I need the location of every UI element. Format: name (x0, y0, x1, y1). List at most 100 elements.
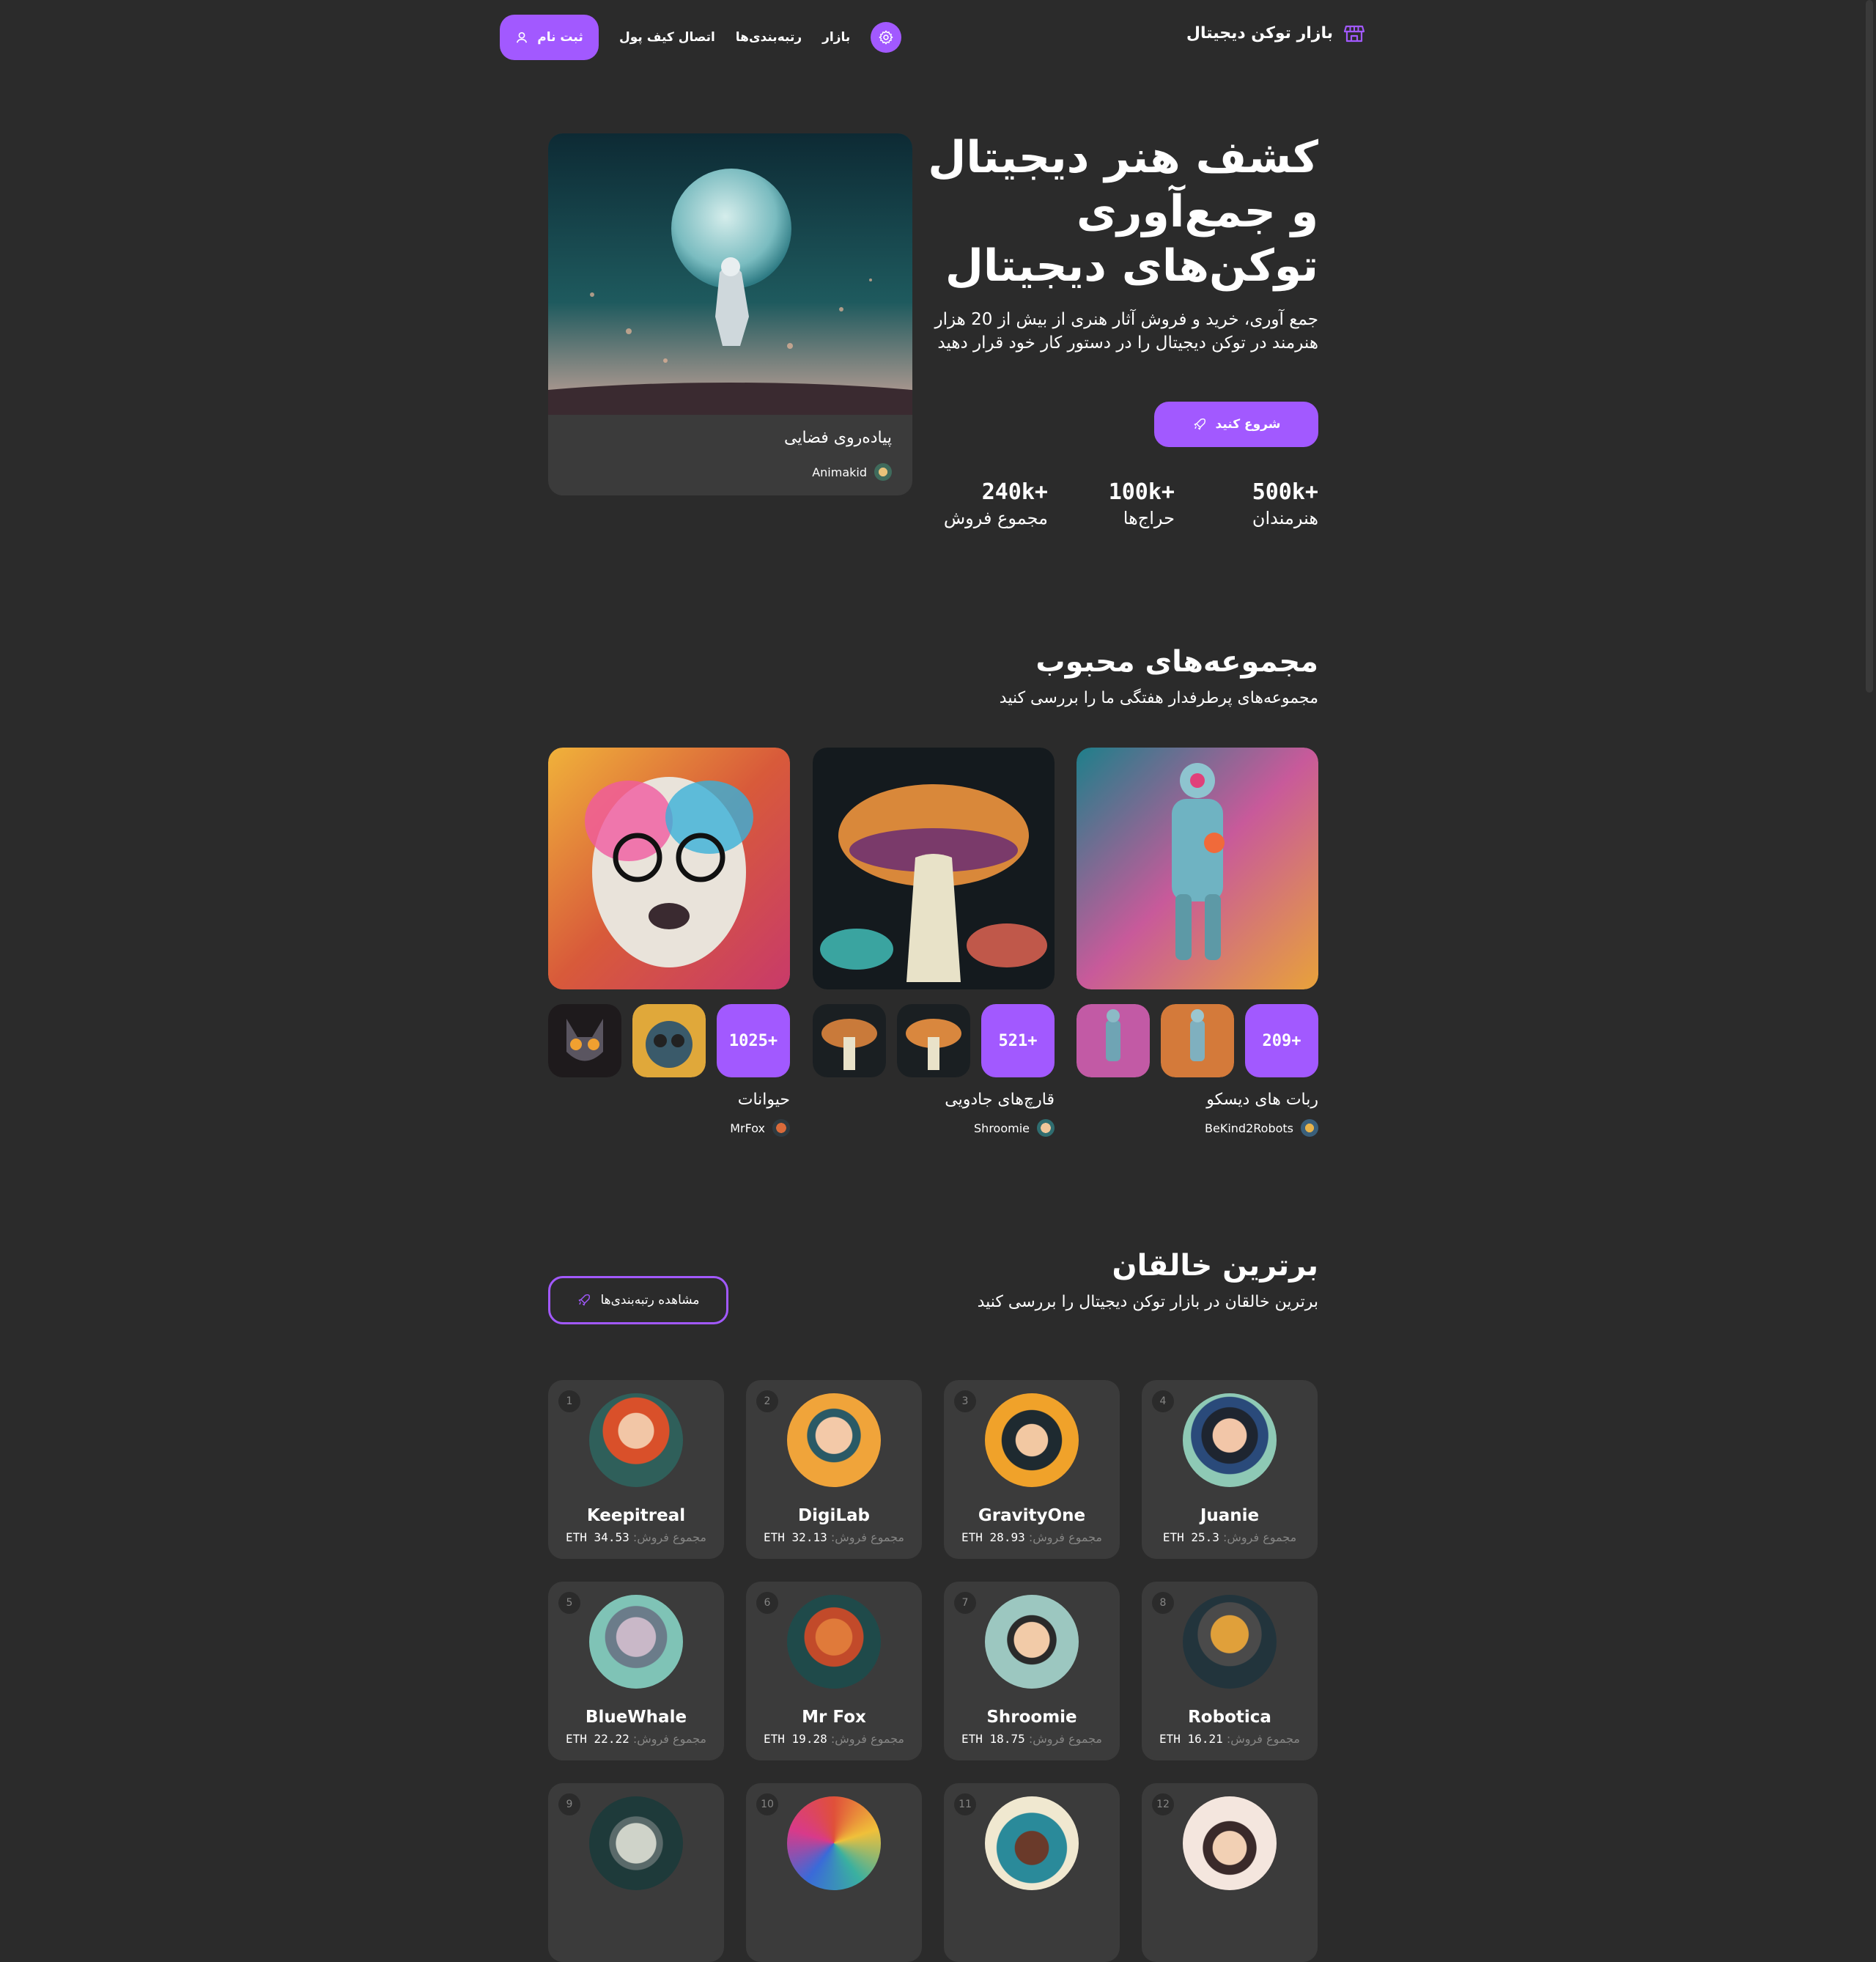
nav-link-marketplace[interactable]: بازار (822, 30, 850, 45)
view-rankings-label: مشاهده رتبه‌بندی‌ها (600, 1293, 700, 1308)
brand-title: بازار توکن دیجیتال (1186, 23, 1333, 43)
creator-card[interactable]: 1 Keepitreal مجموع فروش: 34.53 ETH (548, 1380, 724, 1559)
artist-name: Animakid (812, 465, 867, 479)
nav-link-wallet[interactable]: اتصال کیف پول (619, 30, 715, 45)
sales-label: مجموع فروش: (830, 1530, 904, 1544)
top-nav: بازار توکن دیجیتال ثبت نام اتصال کیف پول… (0, 0, 1876, 73)
creator-rank: 2 (756, 1390, 778, 1412)
creator-avatar (589, 1595, 683, 1689)
get-started-button[interactable]: شروع کنید (1154, 402, 1318, 447)
creator-sales: مجموع فروش: 18.75 ETH (944, 1732, 1120, 1746)
creator-card[interactable]: 9 (548, 1783, 724, 1962)
sales-label: مجموع فروش: (1223, 1530, 1297, 1544)
sales-label: مجموع فروش: (632, 1530, 706, 1544)
collection-thumb (632, 1004, 706, 1077)
hero-title: کشف هنر دیجیتال و جمع‌آوری توکن‌های دیجی… (928, 132, 1318, 292)
sales-value: 22.22 ETH (566, 1732, 629, 1746)
collection-count[interactable]: 1025+ (717, 1004, 790, 1077)
collection-card-animals[interactable]: 1025+ حیوانات MrFox (548, 748, 790, 1137)
collection-artist[interactable]: MrFox (548, 1119, 790, 1137)
gear-icon (879, 30, 893, 45)
hero-stat-artists: 500k+ هنرمندان (1216, 479, 1318, 528)
collection-name: ربات های دیسکو (1206, 1091, 1318, 1109)
creator-card[interactable]: 11 (944, 1783, 1120, 1962)
sales-label: مجموع فروش: (632, 1732, 706, 1746)
creator-name: Shroomie (986, 1708, 1077, 1727)
creator-rank: 11 (954, 1793, 976, 1815)
view-rankings-button[interactable]: مشاهده رتبه‌بندی‌ها (548, 1276, 728, 1324)
creator-name: Mr Fox (802, 1708, 866, 1727)
creator-sales: مجموع فروش: 32.13 ETH (746, 1530, 922, 1544)
settings-button[interactable] (871, 22, 902, 53)
sales-value: 18.75 ETH (961, 1732, 1025, 1746)
collection-count[interactable]: 521+ (981, 1004, 1055, 1077)
get-started-label: شروع کنید (1215, 417, 1281, 432)
collection-count[interactable]: 209+ (1245, 1004, 1318, 1077)
collection-thumb (548, 1004, 621, 1077)
creator-avatar (1183, 1393, 1277, 1487)
hero-card-title: پیاده‌روی فضایی (783, 429, 892, 447)
creator-card[interactable]: 6 Mr Fox مجموع فروش: 19.28 ETH (746, 1582, 922, 1760)
sales-label: مجموع فروش: (1028, 1732, 1102, 1746)
hero-stat-auctions: 100k+ حراج‌ها (1072, 479, 1175, 528)
sales-label: مجموع فروش: (1028, 1530, 1102, 1544)
sales-value: 25.3 ETH (1162, 1530, 1219, 1544)
collection-thumb (1077, 1004, 1150, 1077)
artist-name: BeKind2Robots (1205, 1121, 1293, 1135)
signup-button[interactable]: ثبت نام (500, 15, 599, 60)
creator-card[interactable]: 12 (1142, 1783, 1318, 1962)
section-subtitle: مجموعه‌های پرطرفدار هفتگی ما را بررسی کن… (999, 689, 1318, 707)
creator-card[interactable]: 8 Robotica مجموع فروش: 16.21 ETH (1142, 1582, 1318, 1760)
creator-name: Keepitreal (586, 1506, 686, 1525)
hero-stat-sales: 240k+ مجموع فروش (931, 479, 1048, 528)
hero-featured-card[interactable]: پیاده‌روی فضایی Animakid (548, 133, 912, 495)
collection-thumbs: 521+ (813, 1004, 1055, 1077)
creator-sales: مجموع فروش: 28.93 ETH (944, 1530, 1120, 1544)
collection-thumbs: 209+ (1077, 1004, 1318, 1077)
creator-card[interactable]: 3 GravityOne مجموع فروش: 28.93 ETH (944, 1380, 1120, 1559)
nav-links: ثبت نام اتصال کیف پول رتبه‌بندی‌ها بازار (500, 15, 902, 60)
collection-artist[interactable]: BeKind2Robots (1077, 1119, 1318, 1137)
stat-label: حراج‌ها (1123, 508, 1175, 528)
collection-card-mushrooms[interactable]: 521+ قارچ‌های جادویی Shroomie (813, 748, 1055, 1137)
brand-logo[interactable]: بازار توکن دیجیتال (1186, 22, 1365, 44)
creator-name: Juanie (1200, 1506, 1260, 1525)
section-title: مجموعه‌های محبوب (1035, 645, 1318, 679)
creator-name: GravityOne (978, 1506, 1086, 1525)
creator-card[interactable]: 5 BlueWhale مجموع فروش: 22.22 ETH (548, 1582, 724, 1760)
creator-sales: مجموع فروش: 34.53 ETH (548, 1530, 724, 1544)
creator-card[interactable]: 4 Juanie مجموع فروش: 25.3 ETH (1142, 1380, 1318, 1559)
rocket-icon (1194, 418, 1205, 430)
sales-value: 19.28 ETH (764, 1732, 827, 1746)
stat-value: 240k+ (981, 479, 1048, 505)
creator-avatar (985, 1393, 1079, 1487)
collection-main-image (1077, 748, 1318, 989)
hero-subtitle: جمع آوری، خرید و فروش آثار هنری از بیش ا… (934, 310, 1318, 353)
creator-rank: 7 (954, 1592, 976, 1614)
collection-thumb (897, 1004, 970, 1077)
creator-rank: 3 (954, 1390, 976, 1412)
nav-link-rankings[interactable]: رتبه‌بندی‌ها (736, 30, 802, 45)
collections-heading: مجموعه‌های محبوب مجموعه‌های پرطرفدار هفت… (732, 645, 1318, 707)
artist-avatar (1037, 1119, 1055, 1137)
artist-name: MrFox (730, 1121, 765, 1135)
creator-rank: 4 (1152, 1390, 1174, 1412)
creator-card[interactable]: 2 DigiLab مجموع فروش: 32.13 ETH (746, 1380, 922, 1559)
hero-card-artist[interactable]: Animakid (812, 463, 892, 481)
collection-card-robots[interactable]: 209+ ربات های دیسکو BeKind2Robots (1077, 748, 1318, 1137)
creator-rank: 9 (558, 1793, 580, 1815)
sales-value: 34.53 ETH (566, 1530, 629, 1544)
creator-card[interactable]: 7 Shroomie مجموع فروش: 18.75 ETH (944, 1582, 1120, 1760)
section-subtitle: برترین خالقان در بازار توکن دیجیتال را ب… (977, 1293, 1318, 1311)
creator-avatar (985, 1595, 1079, 1689)
user-icon (517, 32, 528, 43)
creator-rank: 1 (558, 1390, 580, 1412)
page-scrollbar[interactable] (1866, 0, 1873, 693)
artist-name: Shroomie (974, 1121, 1030, 1135)
creator-card[interactable]: 10 (746, 1783, 922, 1962)
creator-rank: 6 (756, 1592, 778, 1614)
artist-avatar (1301, 1119, 1318, 1137)
creator-sales: مجموع فروش: 16.21 ETH (1142, 1732, 1318, 1746)
collection-artist[interactable]: Shroomie (813, 1119, 1055, 1137)
collection-name: حیوانات (737, 1091, 790, 1109)
